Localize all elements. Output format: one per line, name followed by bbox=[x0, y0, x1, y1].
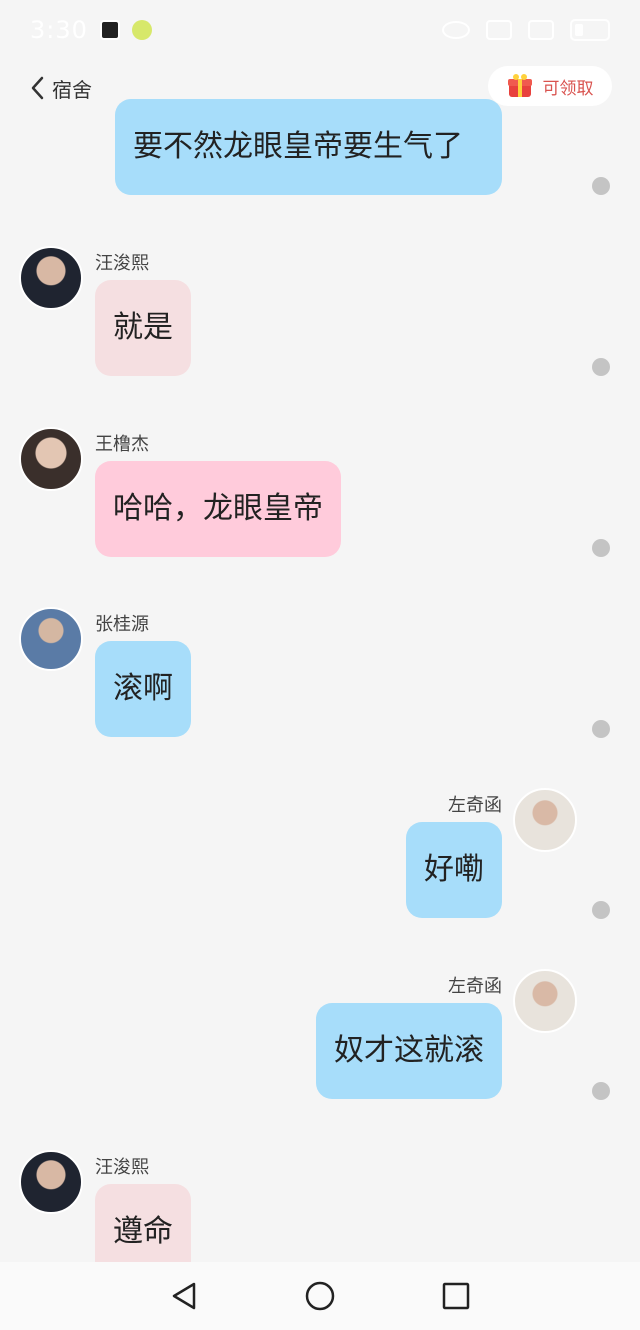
read-status-dot bbox=[592, 539, 610, 557]
status-bar: 3:30 bbox=[0, 0, 640, 60]
wifi-icon bbox=[486, 20, 512, 40]
message-bubble[interactable]: 奴才这就滚 bbox=[316, 1003, 502, 1099]
chevron-left-icon bbox=[30, 76, 44, 100]
status-time: 3:30 bbox=[30, 16, 88, 44]
sender-name: 汪浚熙 bbox=[95, 1157, 149, 1178]
nav-recents-button[interactable] bbox=[436, 1276, 476, 1316]
read-status-dot bbox=[592, 177, 610, 195]
avatar[interactable] bbox=[19, 427, 83, 491]
eye-icon bbox=[442, 21, 470, 39]
message-bubble[interactable]: 要不然龙眼皇帝要生气了 bbox=[115, 99, 502, 195]
nav-home-button[interactable] bbox=[300, 1276, 340, 1316]
sender-name: 张桂源 bbox=[95, 614, 149, 635]
message-bubble[interactable]: 好嘞 bbox=[406, 822, 502, 918]
sender-name: 左奇函 bbox=[448, 976, 502, 997]
system-nav-bar bbox=[0, 1262, 640, 1330]
triangle-back-icon bbox=[170, 1281, 198, 1311]
reward-label: 可领取 bbox=[542, 78, 594, 99]
message-bubble[interactable]: 滚啊 bbox=[95, 641, 191, 737]
chat-title: 宿舍 bbox=[52, 77, 92, 102]
app-notification-icon bbox=[99, 20, 120, 40]
square-recents-icon bbox=[442, 1282, 470, 1310]
status-icons bbox=[442, 19, 610, 41]
gift-icon bbox=[507, 73, 533, 99]
avatar[interactable] bbox=[19, 246, 83, 310]
back-button[interactable]: 宿舍 bbox=[30, 74, 92, 103]
circle-home-icon bbox=[304, 1280, 336, 1312]
battery-icon bbox=[570, 19, 610, 41]
read-status-dot bbox=[592, 901, 610, 919]
nav-back-button[interactable] bbox=[164, 1276, 204, 1316]
read-status-dot bbox=[592, 720, 610, 738]
reward-button[interactable]: 可领取 bbox=[488, 66, 612, 106]
avatar[interactable] bbox=[513, 969, 577, 1033]
app-notification-icon bbox=[131, 20, 152, 40]
sender-name: 王橹杰 bbox=[95, 434, 149, 455]
sender-name: 左奇函 bbox=[448, 795, 502, 816]
avatar[interactable] bbox=[513, 788, 577, 852]
signal-icon bbox=[528, 20, 554, 40]
read-status-dot bbox=[592, 1082, 610, 1100]
avatar[interactable] bbox=[19, 1150, 83, 1214]
avatar[interactable] bbox=[19, 607, 83, 671]
message-bubble[interactable]: 就是 bbox=[95, 280, 191, 376]
read-status-dot bbox=[592, 358, 610, 376]
message-bubble[interactable]: 哈哈，龙眼皇帝 bbox=[95, 461, 341, 557]
sender-name: 汪浚熙 bbox=[95, 253, 149, 274]
